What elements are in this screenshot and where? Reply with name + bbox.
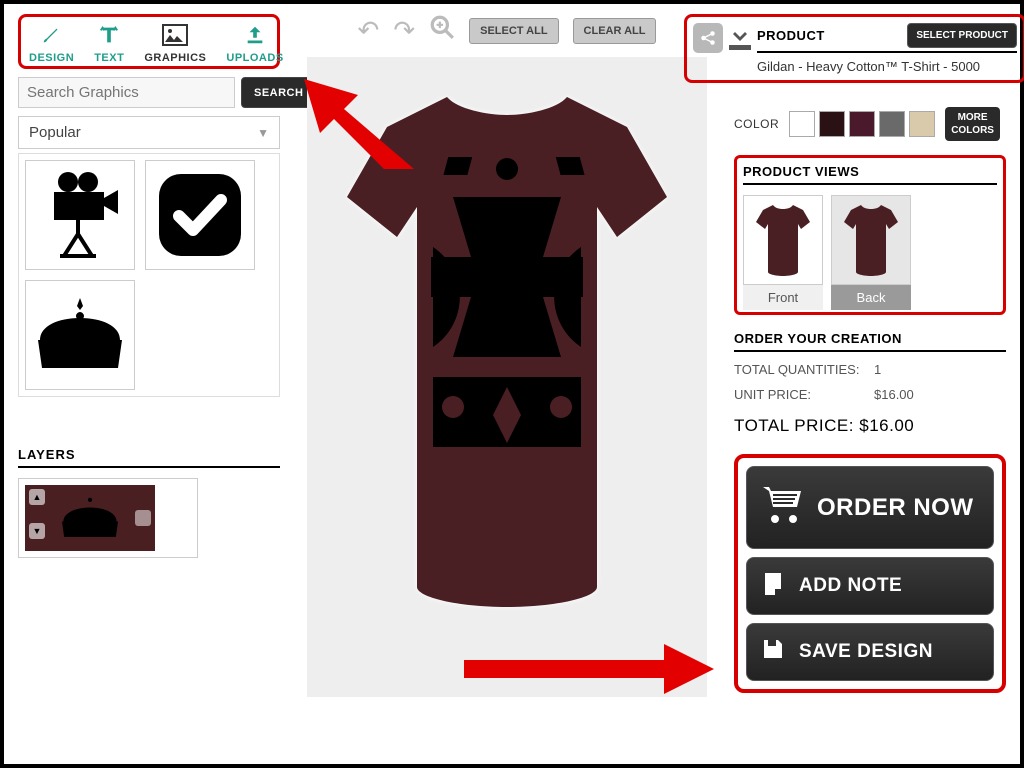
save-icon [761, 636, 785, 668]
product-name: Gildan - Heavy Cotton™ T-Shirt - 5000 [757, 53, 1017, 74]
filter-dropdown[interactable]: Popular ▼ [18, 116, 280, 149]
design-tab[interactable]: DESIGN [29, 22, 74, 64]
tshirt-preview [337, 87, 677, 607]
total-price: TOTAL PRICE: $16.00 [734, 416, 1006, 436]
layer-up-icon[interactable]: ▲ [29, 489, 45, 505]
zoom-icon[interactable] [429, 14, 455, 47]
layer-down-icon[interactable]: ▼ [29, 523, 45, 539]
select-product-button[interactable]: SELECT PRODUCT [907, 23, 1017, 48]
select-all-button[interactable]: SELECT ALL [469, 18, 558, 44]
uploads-tab[interactable]: UPLOADS [226, 22, 283, 64]
chevron-down-icon: ▼ [257, 126, 269, 140]
view-front[interactable]: Front [743, 195, 823, 310]
color-swatches [789, 111, 935, 137]
image-icon [162, 22, 188, 48]
product-label: PRODUCT [757, 28, 825, 43]
more-colors-button[interactable]: MORECOLORS [945, 107, 1000, 141]
redo-icon[interactable]: ↷ [393, 15, 415, 46]
swatch-dark[interactable] [819, 111, 845, 137]
swatch-maroon[interactable] [849, 111, 875, 137]
views-title: PRODUCT VIEWS [743, 164, 997, 185]
order-now-button[interactable]: ORDER NOW [746, 466, 994, 549]
graphics-tab[interactable]: GRAPHICS [144, 22, 206, 64]
upload-icon [244, 22, 266, 48]
layers-title: LAYERS [18, 447, 280, 468]
swatch-white[interactable] [789, 111, 815, 137]
swatch-gray[interactable] [879, 111, 905, 137]
add-note-button[interactable]: ADD NOTE [746, 557, 994, 615]
swatch-tan[interactable] [909, 111, 935, 137]
undo-icon[interactable]: ↶ [358, 15, 380, 46]
note-icon [761, 570, 785, 602]
design-canvas[interactable] [307, 57, 707, 697]
save-design-button[interactable]: SAVE DESIGN [746, 623, 994, 681]
clear-all-button[interactable]: CLEAR ALL [573, 18, 657, 44]
view-back[interactable]: Back [831, 195, 911, 310]
text-tab[interactable]: TEXT [94, 22, 124, 64]
tool-tabs: DESIGN TEXT GRAPHICS UPLOADS [18, 14, 280, 69]
brush-icon [41, 22, 63, 48]
download-icon[interactable] [729, 23, 751, 57]
graphic-camera[interactable] [25, 160, 135, 270]
layer-delete-icon[interactable] [135, 510, 151, 526]
layer-item[interactable]: ▲ ▼ [18, 478, 198, 558]
graphic-crown[interactable] [25, 280, 135, 390]
search-input[interactable] [18, 77, 235, 108]
color-label: COLOR [734, 117, 779, 131]
graphics-grid [18, 153, 280, 397]
cart-icon [761, 485, 803, 530]
order-title: ORDER YOUR CREATION [734, 331, 1006, 352]
graphic-check[interactable] [145, 160, 255, 270]
text-icon [98, 22, 120, 48]
share-icon[interactable] [693, 23, 723, 53]
